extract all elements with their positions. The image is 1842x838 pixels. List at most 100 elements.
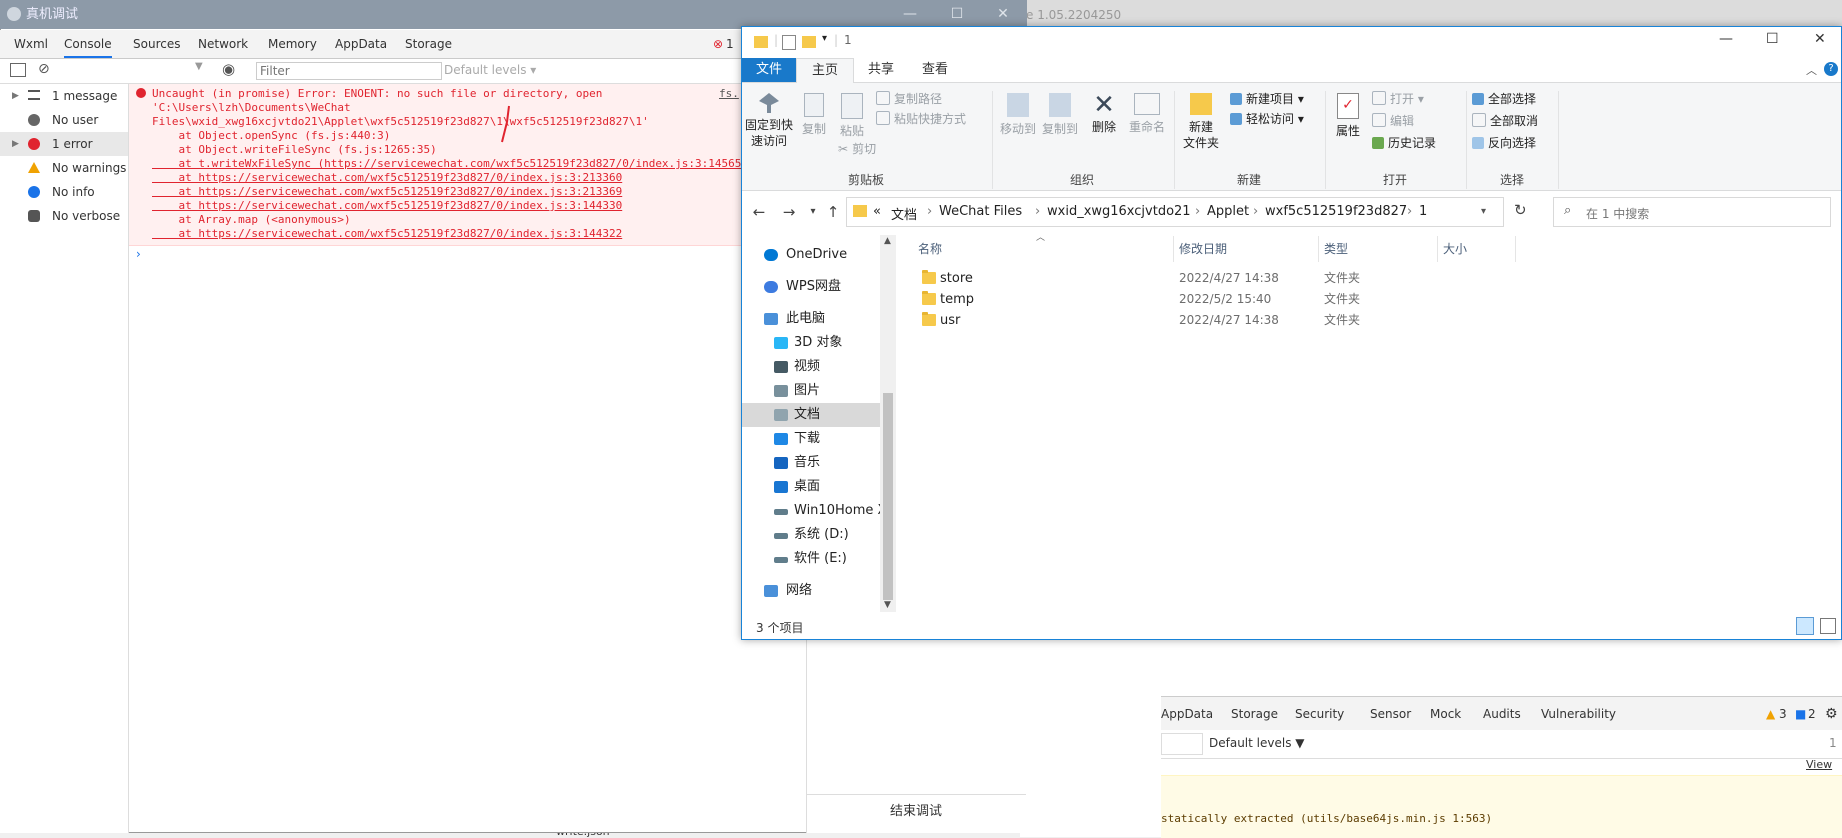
bg-view-link[interactable]: View [1806, 758, 1832, 771]
open-button[interactable]: 打开 ▾ [1372, 91, 1424, 107]
scroll-up-chevron-icon[interactable]: ▲ [884, 236, 891, 246]
new-folder-icon[interactable] [802, 36, 816, 48]
refresh-icon[interactable]: ↻ [1514, 201, 1527, 219]
copy-path-button[interactable]: 复制路径 [876, 91, 942, 107]
bg-default-levels[interactable]: Default levels ▼ [1209, 736, 1305, 750]
column-header-type[interactable]: 类型 [1324, 240, 1348, 257]
back-arrow-icon[interactable]: ← [748, 200, 770, 224]
properties-button[interactable]: ✓ 属性 [1330, 93, 1366, 139]
tab-storage[interactable]: Storage [405, 30, 452, 58]
nav-item-drive-e[interactable]: 软件 (E:) [742, 547, 880, 571]
tab-file[interactable]: 文件 [742, 58, 796, 82]
ribbon-collapse-chevron-icon[interactable]: ︿ [1806, 62, 1817, 78]
up-arrow-icon[interactable]: ↑ [822, 200, 844, 224]
column-divider[interactable] [1318, 236, 1319, 262]
stack-link[interactable]: at https://servicewechat.com/wxf5c512519… [152, 185, 622, 199]
nav-item-wps[interactable]: WPS网盘 [742, 275, 880, 299]
tab-share[interactable]: 共享 [856, 58, 906, 82]
sidebar-toggle-icon[interactable] [10, 63, 26, 77]
console-prompt-icon[interactable]: › [136, 247, 141, 261]
settings-gear-icon[interactable]: ⚙ [1825, 697, 1838, 731]
close-icon[interactable]: ✕ [988, 0, 1018, 29]
tab-console[interactable]: Console [64, 30, 112, 58]
rename-button[interactable]: 重命名 [1126, 93, 1168, 135]
history-button[interactable]: 历史记录 [1372, 135, 1436, 151]
tab-wxml[interactable]: Wxml [14, 30, 48, 58]
move-to-button[interactable]: 移动到 [998, 93, 1038, 137]
nav-item-network[interactable]: 网络 [742, 579, 880, 603]
bg-tab-mock[interactable]: Mock [1430, 697, 1461, 731]
easy-access-button[interactable]: 轻松访问 ▾ [1230, 111, 1304, 127]
default-levels-select[interactable]: Default levels ▾ [444, 63, 536, 77]
large-icons-view-icon[interactable] [1820, 618, 1836, 634]
pin-quick-access-button[interactable]: 固定到快 速访问 [744, 93, 794, 149]
cut-button[interactable]: ✂ 剪切 [838, 141, 876, 157]
invert-selection-button[interactable]: 反向选择 [1472, 135, 1536, 151]
delete-button[interactable]: ✕ 删除 [1086, 91, 1122, 135]
column-divider[interactable] [1437, 236, 1438, 262]
nav-item-downloads[interactable]: 下载 [742, 427, 880, 451]
forward-arrow-icon[interactable]: → [778, 200, 800, 224]
breadcrumb-wechat-files[interactable]: WeChat Files [939, 204, 1022, 219]
breadcrumb-documents[interactable]: 文档 [891, 204, 917, 223]
copy-button[interactable]: 复制 [796, 93, 832, 137]
eye-icon[interactable]: ◉ [222, 60, 235, 78]
sidebar-item-messages[interactable]: ▶ 1 message [0, 84, 128, 108]
help-icon[interactable]: ? [1824, 62, 1838, 76]
column-divider[interactable] [1515, 236, 1516, 262]
paste-button[interactable]: 粘贴 [834, 93, 870, 139]
paste-shortcut-button[interactable]: 粘贴快捷方式 [876, 111, 966, 127]
column-header-size[interactable]: 大小 [1443, 240, 1467, 257]
sidebar-item-errors[interactable]: ▶ 1 error [0, 132, 128, 156]
tab-sources[interactable]: Sources [133, 30, 180, 58]
nav-item-drive-d[interactable]: 系统 (D:) [742, 523, 880, 547]
table-row[interactable]: usr 2022/4/27 14:38 文件夹 [918, 310, 1418, 331]
scroll-down-chevron-icon[interactable]: ▼ [884, 600, 891, 610]
copy-to-button[interactable]: 复制到 [1040, 93, 1080, 137]
sidebar-item-user-messages[interactable]: No user me... [0, 108, 128, 151]
stack-link[interactable]: at https://servicewechat.com/wxf5c512519… [152, 227, 622, 241]
nav-item-onedrive[interactable]: OneDrive [742, 243, 880, 267]
details-view-icon[interactable] [1796, 617, 1814, 635]
end-debug-button[interactable]: 结束调试 [806, 794, 1026, 829]
nav-scrollbar-thumb[interactable] [883, 393, 893, 600]
select-none-button[interactable]: 全部取消 [1472, 113, 1538, 129]
error-source-link[interactable]: fs. [719, 87, 739, 101]
maximize-icon[interactable]: ☐ [1766, 31, 1779, 47]
stack-link[interactable]: at t.writeWxFileSync (https://servicewec… [152, 157, 741, 171]
table-row[interactable]: store 2022/4/27 14:38 文件夹 [918, 268, 1418, 289]
column-divider[interactable] [1173, 236, 1174, 262]
console-filter-input[interactable] [256, 62, 442, 80]
minimize-icon[interactable]: — [1719, 31, 1733, 47]
sidebar-item-verbose[interactable]: No verbose [0, 204, 128, 228]
new-folder-button[interactable]: 新建 文件夹 [1178, 93, 1224, 151]
bg-filter-input[interactable] [1161, 733, 1203, 755]
minimize-icon[interactable]: — [895, 0, 925, 29]
nav-item-3d-objects[interactable]: 3D 对象 [742, 331, 880, 355]
context-dropdown-chevron-icon[interactable]: ▼ [195, 61, 203, 72]
stack-link[interactable]: at https://servicewechat.com/wxf5c512519… [152, 171, 622, 185]
nav-item-win10home[interactable]: Win10Home X6 [742, 499, 880, 523]
bg-tab-sensor[interactable]: Sensor [1370, 697, 1411, 731]
stack-link[interactable]: at https://servicewechat.com/wxf5c512519… [152, 199, 622, 213]
breadcrumb-appid[interactable]: wxf5c512519f23d827 [1265, 204, 1407, 219]
recent-locations-chevron-icon[interactable]: ▾ [802, 200, 824, 224]
bg-tab-security[interactable]: Security [1295, 697, 1344, 731]
search-box[interactable]: ⌕ 在 1 中搜索 [1553, 197, 1831, 227]
sidebar-item-warnings[interactable]: No warnings [0, 156, 128, 180]
address-history-chevron-icon[interactable]: ▾ [1481, 206, 1486, 217]
tab-home[interactable]: 主页 [796, 58, 854, 83]
tab-appdata[interactable]: AppData [335, 30, 387, 58]
edit-button[interactable]: 编辑 [1372, 113, 1414, 129]
tab-memory[interactable]: Memory [268, 30, 317, 58]
clear-console-icon[interactable]: ⊘ [38, 61, 50, 77]
nav-item-pictures[interactable]: 图片 [742, 379, 880, 403]
properties-check-icon[interactable] [782, 35, 796, 50]
quick-access-toolbar-chevron-icon[interactable]: ▾ [822, 33, 827, 44]
breadcrumb-applet[interactable]: Applet [1207, 204, 1249, 219]
breadcrumb-wxid[interactable]: wxid_xwg16xcjvtdo21 [1047, 204, 1191, 219]
breadcrumb-overflow[interactable]: « [873, 204, 881, 219]
nav-item-music[interactable]: 音乐 [742, 451, 880, 475]
select-all-button[interactable]: 全部选择 [1472, 91, 1536, 107]
table-row[interactable]: temp 2022/5/2 15:40 文件夹 [918, 289, 1418, 310]
